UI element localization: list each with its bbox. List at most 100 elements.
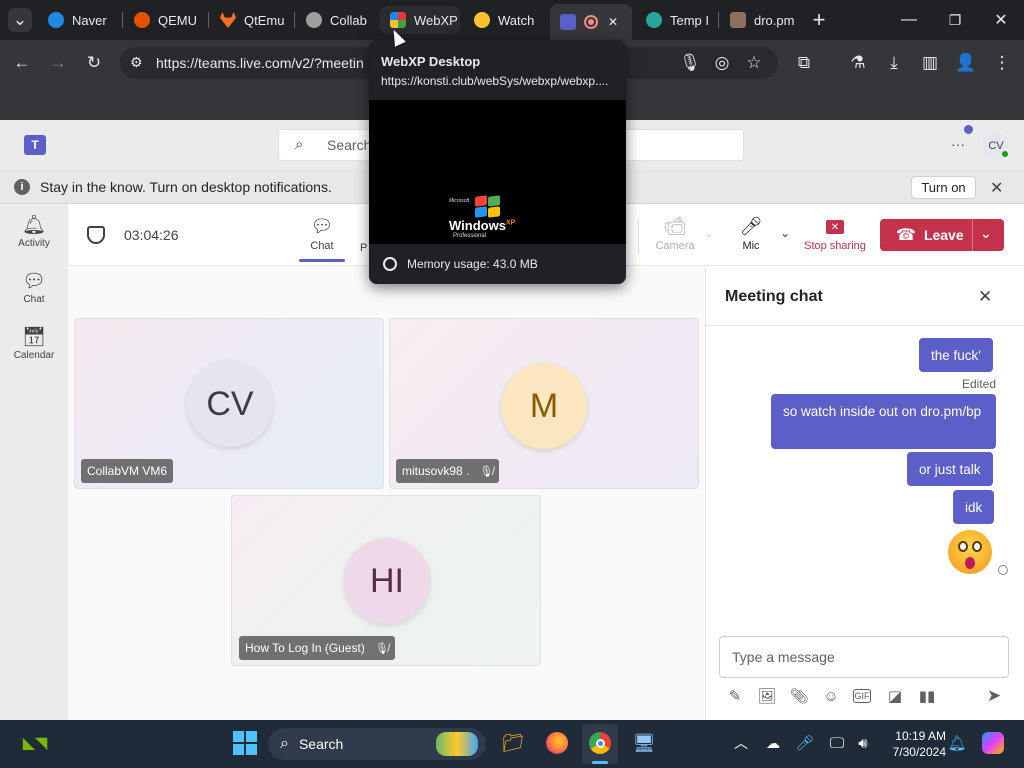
extensions-icon[interactable]: ⧉ <box>792 51 816 75</box>
mic-options-chevron-icon[interactable]: ⌄ <box>780 226 790 240</box>
start-button[interactable] <box>230 728 260 758</box>
leave-options-chevron-icon[interactable]: ⌄ <box>980 225 992 242</box>
labs-icon[interactable]: ⚗ <box>846 51 870 75</box>
volume-icon[interactable]: 🔊︎ <box>848 728 878 758</box>
cloud-offline-icon[interactable]: ☁ <box>758 728 788 758</box>
close-chat-icon[interactable]: ✕ <box>978 287 992 307</box>
dropm-icon <box>730 12 746 28</box>
rail-item-activity[interactable]: 🔔︎ Activity <box>0 212 68 264</box>
leave-button[interactable]: ☎ Leave ⌄ <box>880 219 1004 251</box>
tab-collab[interactable]: Collab <box>296 6 376 34</box>
new-tab-button[interactable]: + <box>807 7 831 32</box>
image-icon[interactable]: 🖼︎ <box>757 686 777 706</box>
read-receipt-icon <box>998 565 1008 575</box>
shocked-emoji-icon[interactable] <box>948 530 992 574</box>
participant-tile[interactable]: CV CollabVM VM6 <box>74 318 384 489</box>
mic-button[interactable]: 🎤︎ Mic <box>730 216 772 260</box>
taskbar-clock[interactable]: 10:19 AM 7/30/2024 <box>876 728 946 760</box>
teams-logo-icon[interactable]: T <box>24 135 46 155</box>
participant-tile[interactable]: M mitusovk98 . 🎙︎̸ <box>389 318 699 489</box>
people-tab-label[interactable]: P <box>360 242 367 254</box>
meeting-timer: 03:04:26 <box>124 227 179 243</box>
camera-options-chevron-icon[interactable]: ⌄ <box>704 226 714 240</box>
restore-icon[interactable]: ❐ <box>932 0 978 40</box>
tab-qtemu[interactable]: QtEmu <box>210 6 292 34</box>
side-panel-icon[interactable]: ▥ <box>918 51 942 75</box>
shield-icon[interactable] <box>87 226 105 244</box>
participant-tile[interactable]: HI How To Log In (Guest) 🎙︎̸ <box>231 495 541 666</box>
chat-bubble-icon: 💬︎ <box>21 271 47 292</box>
rail-label: Chat <box>23 294 45 305</box>
more-options-icon[interactable]: ··· <box>946 134 970 154</box>
collabvm-icon <box>306 12 322 28</box>
rail-label: Activity <box>18 238 50 249</box>
memory-gauge-icon <box>383 257 397 271</box>
rail-item-chat[interactable]: 💬︎ Chat <box>0 268 68 320</box>
tray-overflow-icon[interactable]: ︿ <box>726 728 756 758</box>
minimize-icon[interactable]: — <box>886 0 932 40</box>
mic-permission-icon[interactable]: 🎙 <box>678 51 702 75</box>
participant-name-badge: CollabVM VM6 <box>81 459 174 483</box>
tab-temp[interactable]: Temp I <box>636 6 716 34</box>
remote-desktop-icon[interactable]: 🖥︎ <box>629 728 659 758</box>
active-app-indicator <box>592 761 608 764</box>
forward-icon[interactable]: → <box>46 51 70 75</box>
tab-watch[interactable]: Watch <box>464 6 544 34</box>
tab-label: QtEmu <box>244 12 285 28</box>
camera-button[interactable]: 📹︎ Camera <box>652 216 698 260</box>
chat-message[interactable]: so watch inside out on dro.pm/bp <box>771 394 996 449</box>
back-icon[interactable]: ← <box>10 51 34 75</box>
taskbar-search-box[interactable]: ⌕ Search <box>268 728 486 760</box>
file-explorer-icon[interactable]: 📁︎ <box>498 728 528 758</box>
chat-message[interactable]: idk <box>953 490 995 524</box>
stop-sharing-button[interactable]: ✕ Stop sharing <box>800 216 870 260</box>
window-close-icon[interactable]: ✕ <box>978 0 1024 40</box>
chat-message[interactable]: or just talk <box>907 452 993 486</box>
site-info-icon[interactable]: ⚙ <box>130 54 143 71</box>
preview-title: WebXP Desktop <box>381 54 481 69</box>
turn-on-button[interactable]: Turn on <box>911 176 976 199</box>
chat-message[interactable]: the fuck' <box>919 338 993 372</box>
tracking-protection-icon[interactable]: ◎ <box>710 51 734 75</box>
chrome-icon[interactable] <box>585 728 615 758</box>
mic-icon: 🎤︎ <box>739 216 763 236</box>
sticker-icon[interactable]: ◪ <box>885 686 905 706</box>
firefox-icon[interactable] <box>542 728 572 758</box>
recording-icon <box>584 15 598 29</box>
emoji-icon[interactable]: ☺ <box>821 686 841 706</box>
app-rail: 🔔︎ Activity 💬︎ Chat 📅︎ Calendar <box>0 204 68 720</box>
participant-name: How To Log In (Guest) <box>245 641 365 655</box>
tab-naver[interactable]: Naver <box>38 6 118 34</box>
dismiss-banner-icon[interactable]: ✕ <box>990 178 1003 198</box>
notification-bell-icon[interactable]: 🔔︎ <box>942 728 972 758</box>
clock-time: 10:19 AM <box>895 729 946 743</box>
tab-qemu[interactable]: QEMU <box>124 6 206 34</box>
tab-dropm[interactable]: dro.pm <box>720 6 802 34</box>
play-icon <box>474 12 490 28</box>
reload-icon[interactable]: ↻ <box>82 51 106 75</box>
chat-panel-title: Meeting chat <box>725 288 823 305</box>
tab-label: Watch <box>498 12 535 28</box>
profile-icon[interactable]: 👤 <box>954 51 978 75</box>
bookmark-star-icon[interactable]: ☆ <box>742 51 766 75</box>
poll-icon[interactable]: ▮▮ <box>917 686 937 706</box>
search-placeholder: Search <box>327 137 372 153</box>
tab-close-icon[interactable]: ✕ <box>608 15 618 29</box>
rail-item-calendar[interactable]: 📅︎ Calendar <box>0 324 68 376</box>
gif-icon[interactable]: GIF <box>853 689 871 703</box>
attach-icon[interactable]: 📎︎ <box>789 686 809 706</box>
stop-sharing-label: Stop sharing <box>804 240 866 252</box>
format-icon[interactable]: ✎ <box>725 686 745 706</box>
camera-off-icon: 📹︎ <box>663 216 687 236</box>
browser-menu-icon[interactable]: ⋮ <box>990 51 1014 75</box>
send-icon[interactable]: ➤ <box>984 686 1004 706</box>
chat-tab-button[interactable]: 💬︎ Chat <box>298 216 346 264</box>
tab-teams-active[interactable]: ✕ <box>550 4 632 40</box>
copilot-icon[interactable] <box>978 728 1008 758</box>
mic-in-use-icon[interactable]: 🎤︎ <box>790 728 820 758</box>
nvidia-icon[interactable]: ◣◥ <box>20 728 50 758</box>
preview-footer: Memory usage: 43.0 MB <box>369 244 626 284</box>
tab-search-chevron-icon[interactable]: ⌄ <box>8 8 32 32</box>
download-icon[interactable]: ⤓ <box>882 51 906 75</box>
chat-compose-input[interactable]: Type a message <box>719 636 1009 678</box>
